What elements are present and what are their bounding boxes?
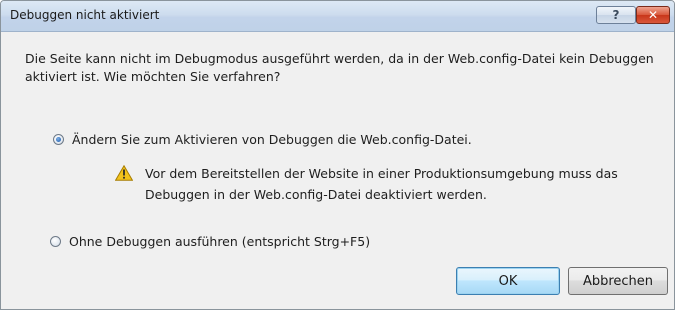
option-enable-debugging-label[interactable]: Ändern Sie zum Aktivieren von Debuggen d…	[72, 132, 472, 147]
help-icon: ?	[612, 8, 620, 22]
radio-enable-debugging[interactable]	[53, 134, 64, 145]
dialog-message: Die Seite kann nicht im Debugmodus ausge…	[25, 51, 654, 84]
close-button[interactable]: ✕	[636, 6, 670, 24]
radio-run-without-debugging[interactable]	[50, 236, 61, 247]
title-bar[interactable]: Debuggen nicht aktiviert ? ✕	[1, 1, 674, 32]
help-button[interactable]: ?	[596, 6, 636, 24]
warning-text: Vor dem Bereitstellen der Website in ein…	[145, 163, 645, 205]
cancel-button[interactable]: Abbrechen	[568, 267, 668, 295]
warning-triangle-icon	[115, 165, 133, 181]
warning-text-line-2: Debuggen in der Web.config-Datei deaktiv…	[145, 187, 487, 202]
option-run-without-debugging[interactable]: Ohne Debuggen ausführen (entspricht Strg…	[50, 234, 370, 249]
option-enable-debugging[interactable]: Ändern Sie zum Aktivieren von Debuggen d…	[53, 132, 472, 147]
ok-button-label: OK	[498, 273, 518, 289]
debug-dialog: Debuggen nicht aktiviert ? ✕ Die Seite k…	[0, 0, 675, 310]
close-icon: ✕	[647, 8, 659, 22]
dialog-title: Debuggen nicht aktiviert	[10, 8, 160, 22]
cancel-button-label: Abbrechen	[582, 273, 654, 289]
ok-button[interactable]: OK	[456, 267, 560, 295]
warning-text-line-1: Vor dem Bereitstellen der Website in ein…	[145, 166, 618, 181]
option-run-without-debugging-label[interactable]: Ohne Debuggen ausführen (entspricht Strg…	[69, 234, 370, 249]
